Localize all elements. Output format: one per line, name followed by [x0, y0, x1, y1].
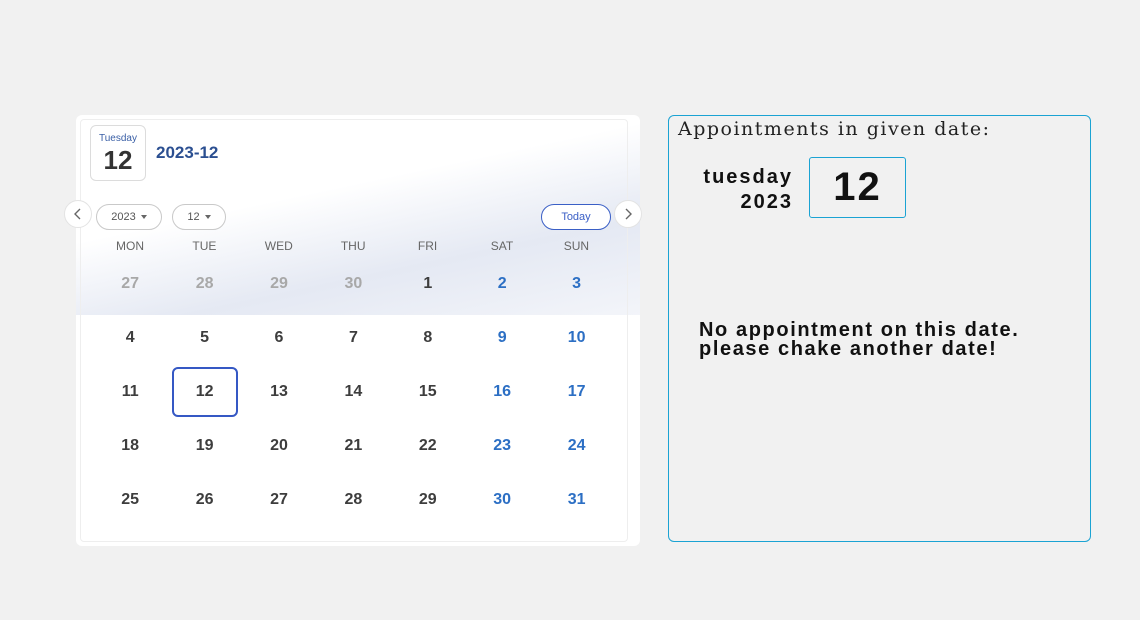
weekday-label-tue: TUE [192, 239, 217, 253]
day-cell[interactable]: 28 [172, 259, 238, 309]
appointments-title: Appointments in given date: [678, 118, 991, 140]
day-cell[interactable]: 8 [395, 313, 461, 363]
chevron-left-icon [74, 208, 81, 220]
day-cell[interactable]: 26 [172, 475, 238, 525]
day-cell[interactable]: 22 [395, 421, 461, 471]
day-cell[interactable]: 18 [97, 421, 163, 471]
day-cell[interactable]: 9 [469, 313, 535, 363]
day-cell[interactable]: 14 [320, 367, 386, 417]
weekday-label-sun: SUN [563, 239, 590, 253]
weekday-label-sat: SAT [490, 239, 514, 253]
day-cell[interactable]: 7 [320, 313, 386, 363]
selected-date-chip: Tuesday 12 [90, 125, 146, 181]
caret-down-icon [204, 215, 211, 219]
day-cell[interactable]: 25 [97, 475, 163, 525]
day-cell[interactable]: 11 [97, 367, 163, 417]
day-cell[interactable]: 15 [395, 367, 461, 417]
month-select[interactable]: 12 [172, 204, 226, 230]
day-cell[interactable]: 6 [246, 313, 312, 363]
weekday-header: MON TUE WED THU FRI SAT SUN [93, 239, 628, 253]
weekday-label-wed: WED [264, 239, 293, 253]
appointment-weekday: tuesday [703, 166, 793, 188]
weekday-label-mon: MON [116, 239, 144, 253]
day-cell[interactable]: 31 [544, 475, 610, 525]
day-cell[interactable]: 29 [246, 259, 312, 309]
calendar-month-title: 2023-12 [156, 143, 219, 162]
no-appointment-message: No appointment on this date. please chak… [699, 320, 1079, 360]
day-cell[interactable]: 3 [544, 259, 610, 309]
selected-date-weekday: Tuesday [99, 133, 137, 144]
appointment-day-box: 12 [809, 157, 906, 218]
chevron-right-icon [625, 208, 632, 220]
day-cell[interactable]: 20 [246, 421, 312, 471]
day-cell[interactable]: 30 [469, 475, 535, 525]
day-cell[interactable]: 24 [544, 421, 610, 471]
day-cell[interactable]: 4 [97, 313, 163, 363]
calendar-day-grid: 27 28 29 30 1 2 3 4 5 6 7 8 9 10 11 12 13 14 15 16 17 18 19 20 2… [93, 259, 628, 529]
day-cell[interactable]: 19 [172, 421, 238, 471]
day-cell[interactable]: 16 [469, 367, 535, 417]
caret-down-icon [140, 215, 147, 219]
today-button[interactable]: Today [541, 204, 611, 230]
next-month-button[interactable] [614, 200, 642, 228]
month-select-value: 12 [187, 211, 200, 223]
day-cell[interactable]: 2 [469, 259, 535, 309]
day-cell[interactable]: 28 [320, 475, 386, 525]
day-cell[interactable]: 10 [544, 313, 610, 363]
day-cell[interactable]: 13 [246, 367, 312, 417]
calendar-card: Tuesday 12 2023-12 2023 12 Today MON TUE W… [76, 115, 640, 546]
selected-date-day: 12 [103, 145, 133, 175]
day-cell[interactable]: 27 [246, 475, 312, 525]
day-cell[interactable]: 21 [320, 421, 386, 471]
weekday-label-thu: THU [340, 239, 366, 253]
day-cell[interactable]: 30 [320, 259, 386, 309]
year-select[interactable]: 2023 [96, 204, 162, 230]
no-appointment-message-line2: please chake another date! [699, 338, 998, 360]
day-cell-selected[interactable]: 12 [171, 367, 238, 417]
day-cell[interactable]: 23 [469, 421, 535, 471]
day-cell[interactable]: 27 [97, 259, 163, 309]
weekday-label-fri: FRI [417, 239, 438, 253]
previous-month-button[interactable] [64, 200, 92, 228]
day-cell[interactable]: 29 [395, 475, 461, 525]
appointments-panel: Appointments in given date: tuesday 2023… [668, 115, 1091, 542]
appointment-year: 2023 [740, 191, 793, 213]
day-cell[interactable]: 17 [544, 367, 610, 417]
day-cell[interactable]: 5 [172, 313, 238, 363]
year-select-value: 2023 [111, 211, 136, 223]
day-cell[interactable]: 1 [395, 259, 461, 309]
